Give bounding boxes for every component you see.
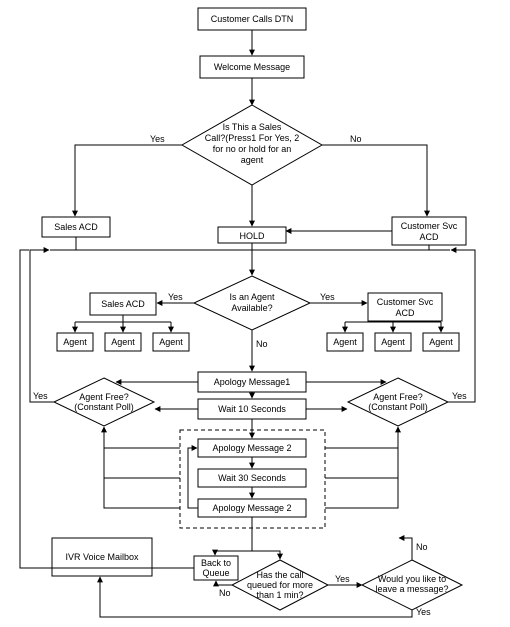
svg-text:than 1 min?: than 1 min? <box>256 590 303 600</box>
svg-text:No: No <box>219 588 231 598</box>
svg-text:Is This a Sales: Is This a Sales <box>223 122 282 132</box>
svg-text:Agent: Agent <box>429 337 453 347</box>
svg-text:Agent: Agent <box>63 337 87 347</box>
svg-text:Sales ACD: Sales ACD <box>54 222 98 232</box>
svg-text:HOLD: HOLD <box>239 231 265 241</box>
svg-text:Yes: Yes <box>335 574 350 584</box>
svg-text:Yes: Yes <box>452 391 467 401</box>
svg-text:Yes: Yes <box>150 134 165 144</box>
svg-text:Wait 10 Seconds: Wait 10 Seconds <box>218 404 286 414</box>
svg-text:ACD: ACD <box>419 232 439 242</box>
svg-text:Yes: Yes <box>33 391 48 401</box>
svg-text:Customer Svc: Customer Svc <box>377 297 434 307</box>
svg-text:Agent Free?: Agent Free? <box>79 392 129 402</box>
svg-text:No: No <box>416 542 428 552</box>
svg-text:(Constant Poll): (Constant Poll) <box>74 402 134 412</box>
svg-text:Yes: Yes <box>320 292 335 302</box>
svg-text:Has the call: Has the call <box>256 570 303 580</box>
svg-text:Available?: Available? <box>231 303 272 313</box>
svg-text:Yes: Yes <box>416 607 431 617</box>
node-welcome-label: Welcome Message <box>214 62 290 72</box>
svg-text:agent: agent <box>241 155 264 165</box>
svg-text:Agent: Agent <box>159 337 183 347</box>
svg-text:Agent Free?: Agent Free? <box>373 392 423 402</box>
svg-text:(Constant Poll): (Constant Poll) <box>368 402 428 412</box>
flowchart: Customer Calls DTN Welcome Message Is Th… <box>0 0 510 627</box>
svg-text:IVR Voice Mailbox: IVR Voice Mailbox <box>65 552 139 562</box>
svg-text:Agent: Agent <box>381 337 405 347</box>
svg-text:Yes: Yes <box>168 292 183 302</box>
svg-text:No: No <box>256 339 268 349</box>
svg-text:No: No <box>350 134 362 144</box>
svg-text:leave a message?: leave a message? <box>375 584 448 594</box>
svg-text:Sales ACD: Sales ACD <box>101 299 145 309</box>
svg-text:Queue: Queue <box>202 568 229 578</box>
svg-text:Is an Agent: Is an Agent <box>229 292 275 302</box>
svg-text:ACD: ACD <box>395 308 415 318</box>
svg-text:Wait 30 Seconds: Wait 30 Seconds <box>218 473 286 483</box>
svg-text:for no or hold for an: for no or hold for an <box>213 144 292 154</box>
svg-text:queued for more: queued for more <box>247 580 313 590</box>
svg-text:Customer Svc: Customer Svc <box>401 221 458 231</box>
svg-text:Call?(Press1 For Yes, 2: Call?(Press1 For Yes, 2 <box>205 133 300 143</box>
svg-text:Apology Message1: Apology Message1 <box>214 377 291 387</box>
svg-text:Agent: Agent <box>333 337 357 347</box>
node-start-label: Customer Calls DTN <box>211 14 294 24</box>
svg-text:Apology Message 2: Apology Message 2 <box>212 503 291 513</box>
svg-text:Back to: Back to <box>201 558 231 568</box>
svg-text:Agent: Agent <box>111 337 135 347</box>
svg-text:Would you like to: Would you like to <box>378 574 446 584</box>
svg-text:Apology Message 2: Apology Message 2 <box>212 443 291 453</box>
